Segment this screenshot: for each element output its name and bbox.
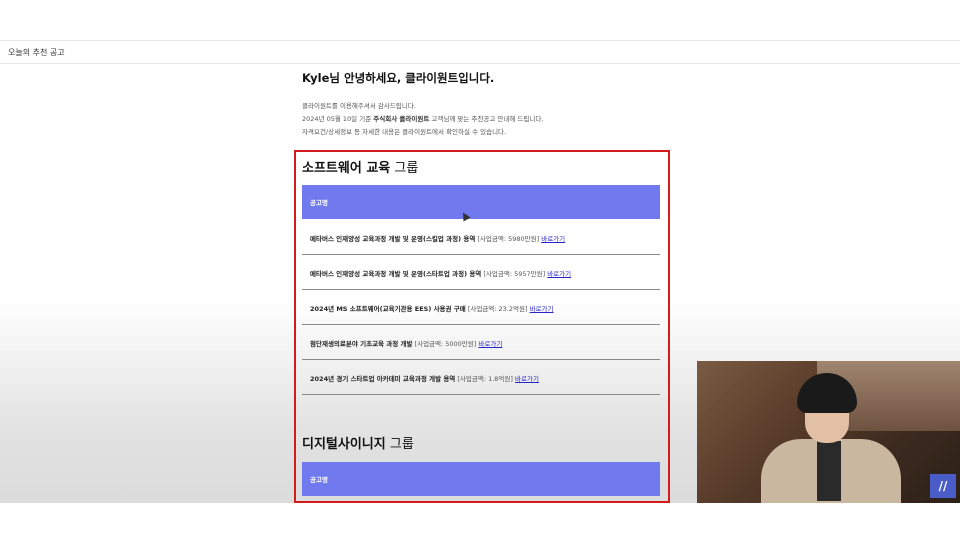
table-row: 2024년 경기 스타트업 아카데미 교육과정 개발 용역 [사업금액: 1.8… [302, 360, 660, 395]
table-header-notice-name: 공고명 [302, 462, 660, 496]
tab-recommended-notices[interactable]: 오늘의 추천 공고 [8, 47, 65, 58]
webcam-overlay [697, 361, 960, 503]
table-row: 첨단재생의료분야 기초교육 과정 개발 [사업금액: 5000만원] 바로가기 [302, 325, 660, 360]
bottom-letterbox [0, 503, 960, 540]
shortcut-link[interactable]: 바로가기 [478, 340, 502, 348]
notice-name: 2024년 경기 스타트업 아카데미 교육과정 개발 용역 [310, 375, 456, 383]
notice-amount: [사업금액: 5980만원] [475, 235, 540, 243]
intro-text: 클라이원트를 이용해주셔서 감사드립니다. 2024년 05월 10일 기준 주… [302, 100, 668, 139]
table-row: 메타버스 인재양성 교육과정 개발 및 운영(스킬업 과정) 용역 [사업금액:… [302, 220, 660, 255]
group-title-sub: 그룹 [385, 437, 414, 452]
notice-amount: [사업금액: 23.2억원] [465, 305, 528, 313]
notice-amount: [사업금액: 5957만원] [481, 270, 546, 278]
email-body: Kyle님 안녕하세요, 클라이원트입니다. 클라이원트를 이용해주셔서 감사드… [302, 70, 668, 139]
notice-amount: [사업금액: 5000만원] [412, 340, 477, 348]
group-title-software-education: 소프트웨어 교육 그룹 [302, 157, 418, 176]
presenter-shirt [817, 441, 841, 501]
group-title-main: 소프트웨어 교육 [302, 161, 391, 176]
shortcut-link[interactable]: 바로가기 [541, 235, 565, 243]
group-title-main: 디지털사이니지 [302, 437, 386, 452]
table-row: 2024년 MS 소프트웨어(교육기관용 EES) 사용권 구매 [사업금액: … [302, 290, 660, 325]
channel-logo-icon: // [930, 474, 956, 498]
notice-name: 메타버스 인재양성 교육과정 개발 및 운영(스타트업 과정) 용역 [310, 270, 482, 278]
notice-name: 메타버스 인재양성 교육과정 개발 및 운영(스킬업 과정) 용역 [310, 235, 476, 243]
intro-line-1: 클라이원트를 이용해주셔서 감사드립니다. [302, 102, 416, 110]
tab-bar: 오늘의 추천 공고 [0, 40, 960, 64]
table-row: 메타버스 인재양성 교육과정 개발 및 운영(스타트업 과정) 용역 [사업금액… [302, 255, 660, 290]
group-title-sub: 그룹 [390, 161, 419, 176]
notice-name: 2024년 MS 소프트웨어(교육기관용 EES) 사용권 구매 [310, 305, 466, 313]
shortcut-link[interactable]: 바로가기 [530, 305, 554, 313]
greeting-heading: Kyle님 안녕하세요, 클라이원트입니다. [302, 71, 495, 85]
notice-name: 첨단재생의료분야 기초교육 과정 개발 [310, 340, 413, 348]
intro-line-2-prefix: 2024년 05월 10일 기준 [302, 115, 374, 123]
company-name: 주식회사 클라이원트 [373, 115, 430, 123]
intro-line-3: 자격요건/상세정보 등 자세한 내용은 클라이원트에서 확인하실 수 있습니다. [302, 128, 507, 136]
intro-line-2-suffix: 고객님께 맞는 추천공고 안내해 드립니다. [429, 115, 544, 123]
shortcut-link[interactable]: 바로가기 [515, 375, 539, 383]
table-header-notice-name: 공고명 [302, 185, 660, 219]
group-title-digital-signage: 디지털사이니지 그룹 [302, 433, 414, 452]
video-frame: 오늘의 추천 공고 Kyle님 안녕하세요, 클라이원트입니다. 클라이원트를 … [0, 0, 960, 540]
notice-amount: [사업금액: 1.8억원] [455, 375, 513, 383]
intro-line-2: 2024년 05월 10일 기준 주식회사 클라이원트 고객님께 맞는 추천공고… [302, 113, 668, 126]
shortcut-link[interactable]: 바로가기 [547, 270, 571, 278]
